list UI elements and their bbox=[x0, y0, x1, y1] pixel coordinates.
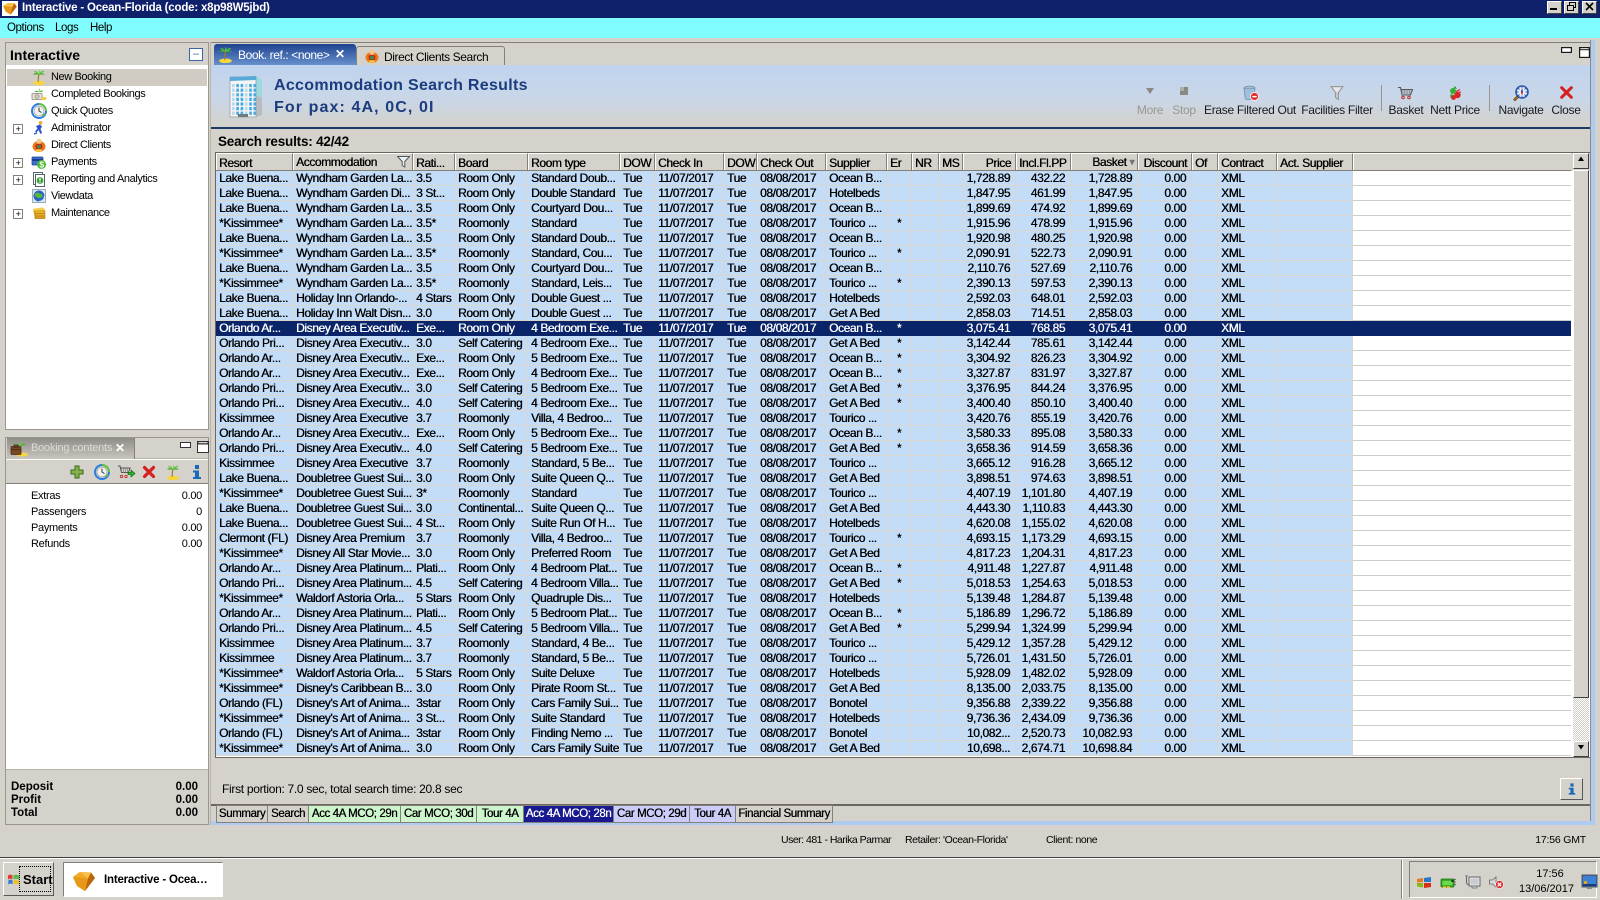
svg-text:$: $ bbox=[39, 160, 44, 170]
